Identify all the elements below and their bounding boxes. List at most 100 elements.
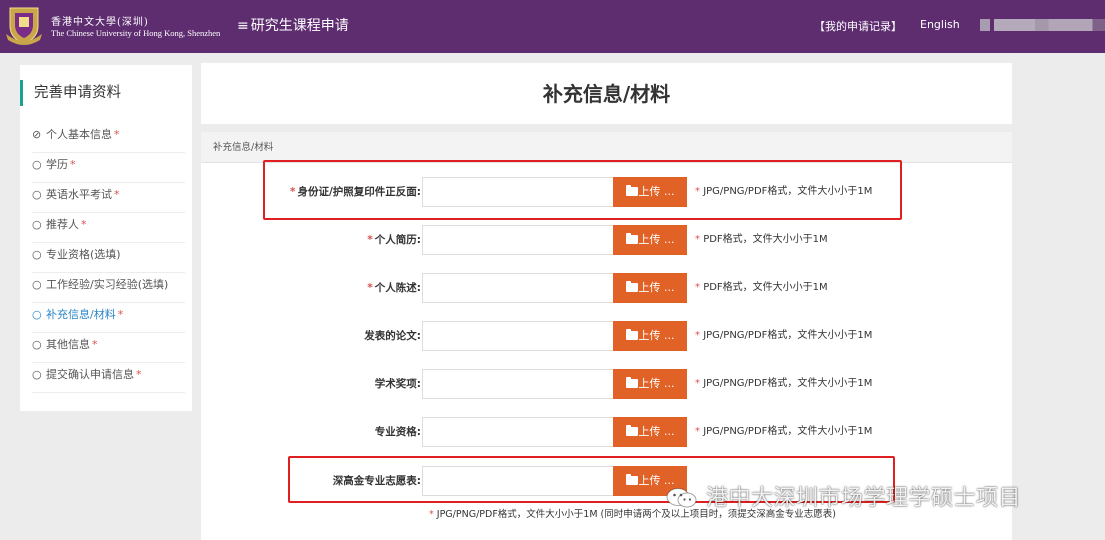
my-applications-link[interactable]: 【我的申请记录】 xyxy=(814,18,902,34)
menu-icon: ≡ xyxy=(237,18,249,34)
upload-button-label: 上传 ... xyxy=(638,474,675,487)
upload-button[interactable]: 上传 ... xyxy=(613,417,687,447)
file-path-input[interactable] xyxy=(422,417,614,447)
sidebar-item-label: 提交确认申请信息 xyxy=(46,368,134,381)
required-star: * xyxy=(367,282,373,294)
hint-star: * xyxy=(695,426,700,437)
upload-button[interactable]: 上传 ... xyxy=(613,273,687,303)
sidebar-item-work-experience[interactable]: ○ 工作经验/实习经验(选填) xyxy=(32,273,185,303)
field-label: 深高金专业志愿表: xyxy=(331,466,421,496)
format-hint: * PDF格式，文件大小小于1M xyxy=(695,225,828,255)
system-title[interactable]: ≡ 研究生课程申请 xyxy=(237,15,349,35)
format-hint-text: JPG/PNG/PDF格式，文件大小小于1M xyxy=(703,426,873,437)
upload-button[interactable]: 上传 ... xyxy=(613,225,687,255)
upload-button[interactable]: 上传 ... xyxy=(613,369,687,399)
upload-button-label: 上传 ... xyxy=(638,425,675,438)
file-path-input[interactable] xyxy=(422,321,614,351)
sidebar-item-referees[interactable]: ○ 推荐人 * xyxy=(32,213,185,243)
field-label: 学术奖项: xyxy=(373,369,421,399)
required-star: * xyxy=(114,188,120,201)
circle-icon: ○ xyxy=(32,278,42,291)
sidebar-item-english-test[interactable]: ○ 英语水平考试 * xyxy=(32,183,185,213)
circle-icon: ○ xyxy=(32,158,42,171)
note-star: * xyxy=(429,509,434,520)
user-account-blurred[interactable] xyxy=(980,19,1105,31)
system-title-label: 研究生课程申请 xyxy=(250,18,349,34)
required-star: * xyxy=(114,128,120,141)
file-path-input[interactable] xyxy=(422,225,614,255)
sidebar-item-label: 个人基本信息 xyxy=(46,128,112,141)
upload-button-label: 上传 ... xyxy=(638,185,675,198)
hint-star: * xyxy=(695,282,700,293)
field-label-text: 专业资格: xyxy=(374,426,421,438)
hint-star: * xyxy=(695,378,700,389)
field-label: * 个人陈述: xyxy=(367,273,421,303)
file-path-input[interactable] xyxy=(422,177,614,207)
format-hint-text: JPG/PNG/PDF格式，文件大小小于1M xyxy=(703,186,873,197)
circle-icon: ○ xyxy=(32,218,42,231)
upload-button-label: 上传 ... xyxy=(638,377,675,390)
sidebar-item-label: 学历 xyxy=(46,158,68,171)
circle-icon: ○ xyxy=(32,338,42,351)
required-star: * xyxy=(81,218,87,231)
required-star: * xyxy=(289,186,296,198)
upload-row-personal-statement: * 个人陈述: 上传 ... * PDF格式，文件大小小于1M xyxy=(201,273,1012,303)
field-label-text: 身份证/护照复印件正反面: xyxy=(297,186,421,198)
upload-row-professional-qualification: 专业资格: 上传 ... * JPG/PNG/PDF格式，文件大小小于1M xyxy=(201,417,1012,447)
folder-open-icon xyxy=(625,329,638,340)
field-label-text: 个人简历: xyxy=(374,234,421,246)
upload-row-id-passport: * 身份证/护照复印件正反面: 上传 ... * JPG/PNG/PDF格式，文件… xyxy=(201,177,1012,207)
file-path-input[interactable] xyxy=(422,466,614,496)
field-label-text: 个人陈述: xyxy=(374,282,421,294)
upload-button-label: 上传 ... xyxy=(638,233,675,246)
format-hint: * JPG/PNG/PDF格式，文件大小小于1M xyxy=(695,369,872,399)
folder-open-icon xyxy=(625,474,638,485)
watermark-text: 港中大深圳市场学理学硕士项目 xyxy=(706,486,1022,511)
sidebar-item-label: 推荐人 xyxy=(46,218,79,231)
upload-row-cv: * 个人简历: 上传 ... * PDF格式，文件大小小于1M xyxy=(201,225,1012,255)
file-path-input[interactable] xyxy=(422,369,614,399)
language-switch-link[interactable]: English xyxy=(920,18,960,31)
sidebar-item-supplementary[interactable]: ○ 补充信息/材料 * xyxy=(32,303,185,333)
required-star: * xyxy=(70,158,76,171)
field-label: 发表的论文: xyxy=(362,321,421,351)
sidebar: 完善申请资料 ⊘ 个人基本信息 * ○ 学历 * ○ 英语水平考试 * ○ 推荐人 * ○ 专业资… xyxy=(20,65,192,411)
field-label-text: 深高金专业志愿表: xyxy=(332,475,421,487)
university-name-en: The Chinese University of Hong Kong, She… xyxy=(51,28,221,38)
format-hint: * JPG/PNG/PDF格式，文件大小小于1M xyxy=(695,417,872,447)
upload-row-awards: 学术奖项: 上传 ... * JPG/PNG/PDF格式，文件大小小于1M xyxy=(201,369,1012,399)
file-path-input[interactable] xyxy=(422,273,614,303)
circle-icon: ○ xyxy=(32,248,42,261)
university-name-cn: 香港中文大學(深圳) xyxy=(51,17,149,28)
hint-star: * xyxy=(695,330,700,341)
sidebar-item-personal-info[interactable]: ⊘ 个人基本信息 * xyxy=(32,123,185,153)
sidebar-item-education[interactable]: ○ 学历 * xyxy=(32,153,185,183)
field-label: * 个人简历: xyxy=(367,225,421,255)
folder-open-icon xyxy=(625,233,638,244)
format-hint-text: PDF格式，文件大小小于1M xyxy=(703,282,828,293)
required-star: * xyxy=(92,338,98,351)
upload-button[interactable]: 上传 ... xyxy=(613,321,687,351)
circle-icon: ○ xyxy=(32,188,42,201)
format-hint-text: JPG/PNG/PDF格式，文件大小小于1M xyxy=(703,330,873,341)
panel-heading: 补充信息/材料 xyxy=(201,132,1012,163)
top-header: 香港中文大學(深圳) The Chinese University of Hon… xyxy=(0,0,1105,53)
sidebar-item-label: 专业资格(选填) xyxy=(46,248,121,261)
circle-icon: ○ xyxy=(32,308,42,321)
folder-open-icon xyxy=(625,185,638,196)
upload-button[interactable]: 上传 ... xyxy=(613,177,687,207)
format-hint: * PDF格式，文件大小小于1M xyxy=(695,273,828,303)
sidebar-steps: ⊘ 个人基本信息 * ○ 学历 * ○ 英语水平考试 * ○ 推荐人 * ○ 专业资格(选填) ○… xyxy=(32,123,185,393)
wechat-icon xyxy=(666,488,697,508)
sidebar-item-submit[interactable]: ○ 提交确认申请信息 * xyxy=(32,363,185,393)
sidebar-item-other-info[interactable]: ○ 其他信息 * xyxy=(32,333,185,363)
format-hint: * JPG/PNG/PDF格式，文件大小小于1M xyxy=(695,321,872,351)
field-label-text: 发表的论文: xyxy=(364,330,421,342)
circle-icon: ○ xyxy=(32,368,42,381)
required-star: * xyxy=(367,234,373,246)
upload-form-panel: 补充信息/材料 * 身份证/护照复印件正反面: 上传 ... * JPG/PNG/… xyxy=(201,132,1012,540)
format-hint-text: JPG/PNG/PDF格式，文件大小小于1M xyxy=(703,378,873,389)
format-hint: * JPG/PNG/PDF格式，文件大小小于1M xyxy=(695,177,872,207)
folder-open-icon xyxy=(625,281,638,292)
sidebar-item-qualifications[interactable]: ○ 专业资格(选填) xyxy=(32,243,185,273)
